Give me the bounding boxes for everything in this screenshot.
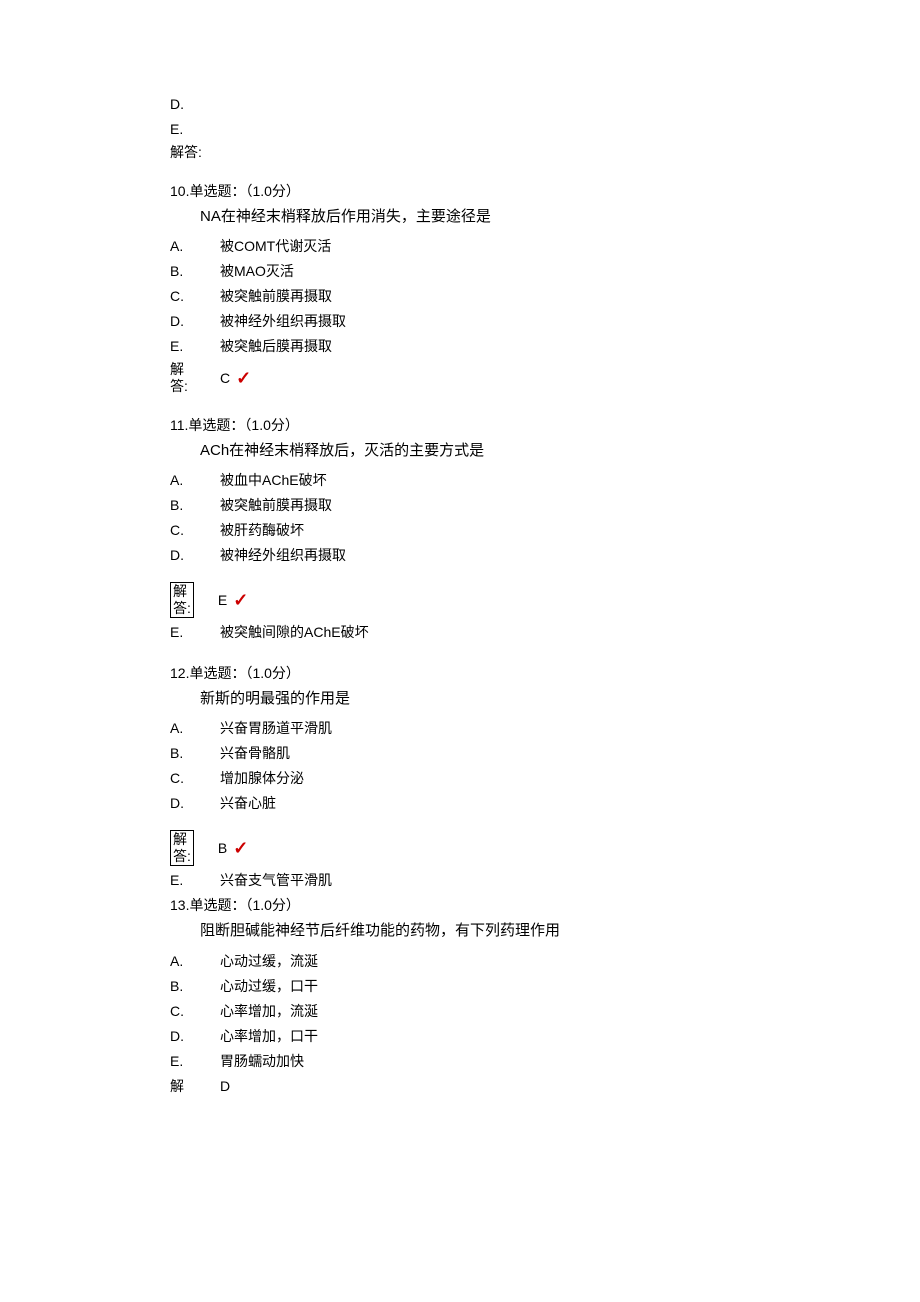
- option-text: 兴奋心脏: [220, 793, 920, 814]
- option-text: 心动过缓，流涎: [220, 951, 920, 972]
- option-letter: D.: [170, 793, 220, 814]
- q13-option-a: A.心动过缓，流涎: [170, 951, 920, 972]
- q13-option-b: B.心动过缓，口干: [170, 976, 920, 997]
- answer-value: D: [220, 1076, 920, 1097]
- answer-label: 解: [170, 1076, 220, 1097]
- option-letter: D.: [170, 311, 220, 332]
- option-text: 被突触间隙的AChE破坏: [220, 622, 920, 643]
- q13-option-c: C.心率增加，流涎: [170, 1001, 920, 1022]
- option-letter: E.: [170, 119, 220, 140]
- option-letter: B.: [170, 976, 220, 997]
- q10-option-c: C.被突触前膜再摄取: [170, 286, 920, 307]
- q12-option-d: D.兴奋心脏: [170, 793, 920, 814]
- option-letter: C.: [170, 520, 220, 541]
- q10-option-b: B.被MAO灭活: [170, 261, 920, 282]
- option-text: 胃肠蠕动加快: [220, 1051, 920, 1072]
- q10-answer-row: 解答: C ✓: [170, 361, 920, 395]
- option-text: 兴奋胃肠道平滑肌: [220, 718, 920, 739]
- answer-label: 解答:: [170, 582, 194, 618]
- option-letter: A.: [170, 470, 220, 491]
- option-text: 被突触前膜再摄取: [220, 495, 920, 516]
- option-letter: E.: [170, 336, 220, 357]
- answer-value: E: [218, 590, 227, 611]
- partial-answer-row: 解答:: [170, 144, 920, 161]
- q12-option-b: B.兴奋骨骼肌: [170, 743, 920, 764]
- option-letter: C.: [170, 768, 220, 789]
- option-letter: D.: [170, 545, 220, 566]
- option-text: 心率增加，流涎: [220, 1001, 920, 1022]
- q11-header: 11.单选题：（1.0分）: [170, 415, 920, 436]
- option-text: 被神经外组织再摄取: [220, 545, 920, 566]
- check-icon: ✓: [233, 839, 248, 857]
- q12-option-e: E.兴奋支气管平滑肌: [170, 870, 920, 891]
- answer-value: C: [220, 368, 230, 389]
- option-letter: E.: [170, 1051, 220, 1072]
- option-letter: B.: [170, 261, 220, 282]
- option-text: 兴奋骨骼肌: [220, 743, 920, 764]
- q11-option-e: E.被突触间隙的AChE破坏: [170, 622, 920, 643]
- q13-header: 13.单选题：（1.0分）: [170, 895, 920, 916]
- option-text: 兴奋支气管平滑肌: [220, 870, 920, 891]
- option-letter: E.: [170, 870, 220, 891]
- q12-option-a: A.兴奋胃肠道平滑肌: [170, 718, 920, 739]
- option-text: 被MAO灭活: [220, 261, 920, 282]
- check-icon: ✓: [236, 369, 251, 387]
- q11-option-d: D.被神经外组织再摄取: [170, 545, 920, 566]
- option-text: 心动过缓，口干: [220, 976, 920, 997]
- option-letter: D.: [170, 1026, 220, 1047]
- option-letter: A.: [170, 718, 220, 739]
- option-text: 被肝药酶破坏: [220, 520, 920, 541]
- option-text: 增加腺体分泌: [220, 768, 920, 789]
- answer-label: 解答:: [170, 361, 220, 395]
- q10-stem: NA在神经末梢释放后作用消失，主要途径是: [200, 206, 920, 229]
- option-letter: E.: [170, 622, 220, 643]
- q12-header: 12.单选题：（1.0分）: [170, 663, 920, 684]
- q10-option-d: D.被神经外组织再摄取: [170, 311, 920, 332]
- option-letter: C.: [170, 1001, 220, 1022]
- q10-option-a: A.被COMT代谢灭活: [170, 236, 920, 257]
- check-icon: ✓: [233, 591, 248, 609]
- q11-answer-row: 解答: E ✓: [170, 582, 920, 618]
- option-text: 被突触前膜再摄取: [220, 286, 920, 307]
- answer-value: B: [218, 838, 227, 859]
- option-letter: B.: [170, 495, 220, 516]
- partial-option-d: D.: [170, 94, 920, 115]
- answer-label: 解答:: [170, 830, 194, 866]
- partial-option-e: E.: [170, 119, 920, 140]
- option-text: 被COMT代谢灭活: [220, 236, 920, 257]
- q13-answer-row: 解 D: [170, 1076, 920, 1097]
- q12-stem: 新斯的明最强的作用是: [200, 688, 920, 711]
- answer-label: 解答:: [170, 144, 220, 161]
- q10-option-e: E.被突触后膜再摄取: [170, 336, 920, 357]
- option-letter: C.: [170, 286, 220, 307]
- q13-option-e: E.胃肠蠕动加快: [170, 1051, 920, 1072]
- q11-stem: ACh在神经末梢释放后，灭活的主要方式是: [200, 440, 920, 463]
- q13-stem: 阻断胆碱能神经节后纤维功能的药物，有下列药理作用: [200, 920, 920, 943]
- q13-option-d: D.心率增加，口干: [170, 1026, 920, 1047]
- option-text: 被血中AChE破坏: [220, 470, 920, 491]
- q12-answer-row: 解答: B ✓: [170, 830, 920, 866]
- option-letter: B.: [170, 743, 220, 764]
- option-text: 被突触后膜再摄取: [220, 336, 920, 357]
- q12-option-c: C.增加腺体分泌: [170, 768, 920, 789]
- q11-option-b: B.被突触前膜再摄取: [170, 495, 920, 516]
- q11-option-a: A.被血中AChE破坏: [170, 470, 920, 491]
- option-text: 被神经外组织再摄取: [220, 311, 920, 332]
- option-letter: D.: [170, 94, 220, 115]
- q10-header: 10.单选题：（1.0分）: [170, 181, 920, 202]
- option-letter: A.: [170, 236, 220, 257]
- option-text: 心率增加，口干: [220, 1026, 920, 1047]
- q11-option-c: C.被肝药酶破坏: [170, 520, 920, 541]
- option-letter: A.: [170, 951, 220, 972]
